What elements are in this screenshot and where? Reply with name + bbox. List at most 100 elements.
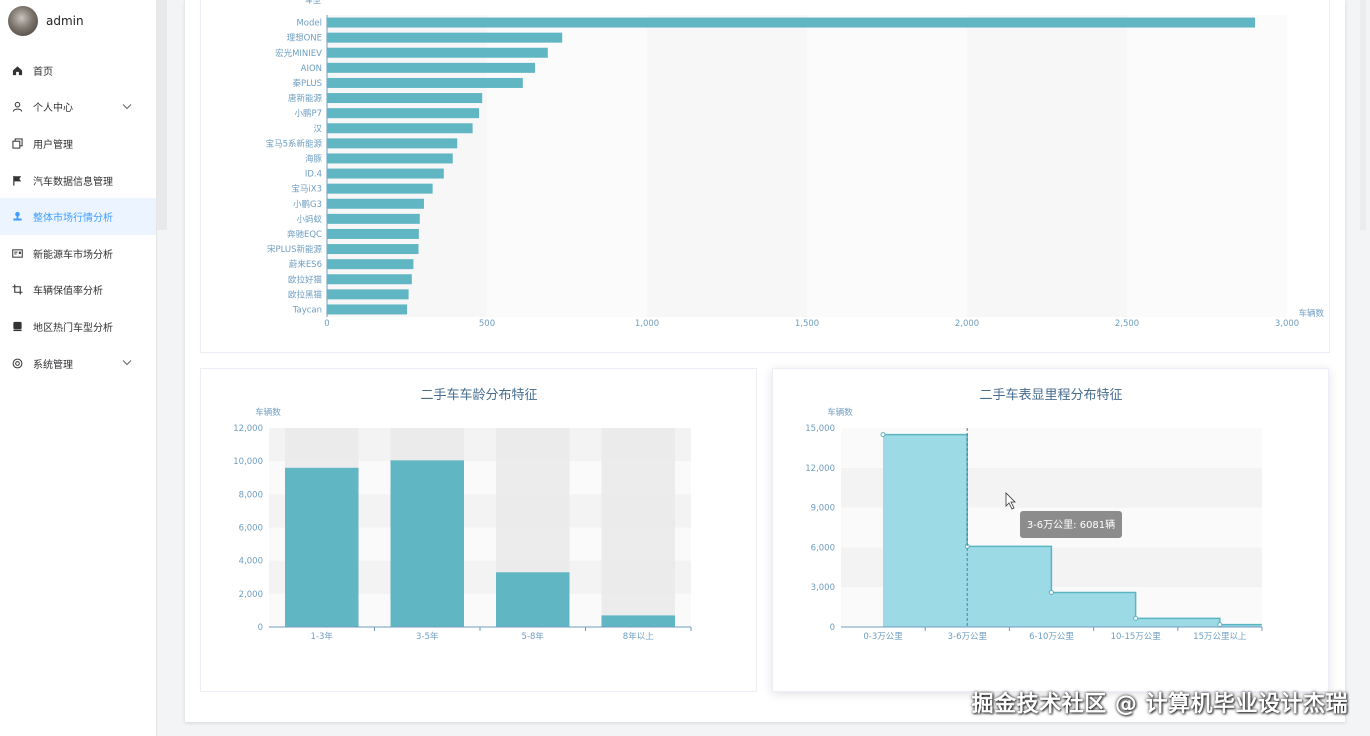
car-model-ranking-card: 车型 Model 理想ONE 宏光MINIEV AION 秦PLUS 唐新能源 小鹏P7 汉宝马… bbox=[200, 0, 1330, 353]
chart-title: 二手车表显里程分布特征 bbox=[979, 387, 1122, 403]
sidebar-item-2[interactable]: 用户管理 bbox=[0, 125, 156, 162]
bar bbox=[327, 77, 523, 88]
split-area-band bbox=[1127, 15, 1287, 317]
mileage-chart: 二手车表显里程分布特征车辆数 0-3万公里 3-6万公里 6-10万公里 10-15万公… bbox=[805, 387, 1263, 642]
bar bbox=[327, 274, 412, 285]
split-area-band bbox=[807, 15, 967, 317]
avatar[interactable] bbox=[8, 6, 38, 36]
y-tick-label: 2,000 bbox=[239, 590, 263, 600]
data-point bbox=[1133, 615, 1139, 621]
x-tick-label: 2,500 bbox=[1115, 319, 1139, 329]
sidebar-menu: 首页 个人中心用户管理汽车数据信息管理整体市场行情分析 新能源车市场分析 车辆保值率分… bbox=[0, 52, 156, 381]
y-tick-label: 秦PLUS bbox=[292, 78, 322, 89]
x-tick-label: 1-3年 bbox=[311, 631, 334, 642]
chevron-down-icon[interactable] bbox=[122, 101, 132, 112]
data-point bbox=[880, 432, 886, 438]
y-tick-label: 汉 bbox=[313, 124, 322, 134]
x-tick-label: 3,000 bbox=[1275, 319, 1299, 329]
page-scrollbar[interactable] bbox=[1360, 0, 1366, 230]
bar bbox=[327, 168, 444, 179]
sidebar-item-8[interactable]: 系统管理 bbox=[0, 345, 156, 382]
y-tick-label: 6,000 bbox=[239, 524, 263, 534]
x-tick-label: 0 bbox=[324, 319, 329, 329]
y-tick-label: 理想ONE bbox=[287, 33, 322, 44]
data-point bbox=[1217, 622, 1223, 628]
bar bbox=[327, 62, 535, 73]
x-axis-label: 车辆数 bbox=[1298, 308, 1324, 319]
bar bbox=[327, 138, 458, 149]
user-icon bbox=[11, 101, 23, 113]
y-tick-label: 10,000 bbox=[233, 457, 263, 467]
x-tick-label: 500 bbox=[479, 319, 495, 329]
y-axis-label: 车辆数 bbox=[255, 407, 281, 418]
y-tick-label: AION bbox=[301, 64, 322, 74]
sidebar-item-5[interactable]: 新能源车市场分析 bbox=[0, 235, 156, 272]
bar bbox=[327, 108, 479, 119]
sidebar-item-label: 系统管理 bbox=[33, 359, 73, 371]
y-tick-label: 宝马5系新能源 bbox=[266, 138, 323, 149]
x-tick-label: 1,500 bbox=[795, 319, 819, 329]
x-tick-label: 3-6万公里 bbox=[948, 632, 988, 642]
y-tick-label: 蔚来ES6 bbox=[289, 259, 322, 270]
x-tick-label: 3-5年 bbox=[416, 631, 439, 642]
bar bbox=[327, 228, 419, 239]
bar bbox=[327, 32, 563, 43]
y-tick-label: 宏光MINIEV bbox=[275, 48, 322, 59]
x-tick-label: 10-15万公里 bbox=[1111, 632, 1162, 642]
y-tick-label: 宝马iX3 bbox=[291, 184, 322, 195]
y-tick-label: 奔驰EQC bbox=[287, 229, 322, 240]
y-tick-label: 欧拉好猫 bbox=[288, 274, 323, 285]
bar bbox=[327, 153, 453, 164]
y-tick-label: 0 bbox=[258, 623, 263, 633]
mileage-card: 二手车表显里程分布特征 车辆数 0-3万公里 3-6万公里 6-10万公里 10-15万公… bbox=[772, 368, 1329, 692]
sidebar-scrollbar[interactable] bbox=[157, 0, 167, 230]
car-model-ranking-chart: 车型 Model 理想ONE 宏光MINIEV AION 秦PLUS 唐新能源小鹏P7 汉宝马… bbox=[266, 0, 1325, 329]
sidebar-item-label: 整体市场行情分析 bbox=[33, 213, 113, 225]
x-tick-label: 8年以上 bbox=[623, 631, 654, 642]
y-tick-label: 12,000 bbox=[805, 464, 835, 474]
car-age-card: 二手车车龄分布特征 车辆数 1-3年 3-5年 5-8年 8年以上 0 2,000 4,000 6… bbox=[200, 368, 757, 692]
watermark: 掘金技术社区 @ 计算机毕业设计杰瑞 bbox=[971, 692, 1348, 717]
y-tick-label: 12,000 bbox=[233, 424, 263, 434]
x-tick-label: 1,000 bbox=[635, 319, 659, 329]
sidebar-item-7[interactable]: 地区热门车型分析 bbox=[0, 308, 156, 345]
chevron-down-icon[interactable] bbox=[122, 358, 132, 369]
sidebar-item-label: 地区热门车型分析 bbox=[33, 322, 113, 334]
sidebar-item-3[interactable]: 汽车数据信息管理 bbox=[0, 162, 156, 199]
sidebar-item-6[interactable]: 车辆保值率分析 bbox=[0, 272, 156, 309]
sidebar-item-label: 用户管理 bbox=[33, 139, 73, 151]
y-axis-label: 车辆数 bbox=[827, 407, 853, 418]
car-age-chart: 二手车车龄分布特征车辆数 1-3年 3-5年 5-8年 8年以上 0 2,000 4,000 6… bbox=[233, 387, 692, 642]
x-tick-label: 2,000 bbox=[955, 319, 979, 329]
bar bbox=[327, 198, 424, 209]
sidebar-item-label: 新能源车市场分析 bbox=[33, 249, 113, 261]
tooltip-text: 3-6万公里: 6081辆 bbox=[1027, 518, 1115, 531]
split-area-band bbox=[647, 15, 807, 317]
y-axis-label: 车型 bbox=[305, 0, 321, 5]
receipt-icon bbox=[11, 320, 23, 332]
y-tick-label: 小鹏P7 bbox=[294, 108, 322, 119]
sidebar-item-label: 车辆保值率分析 bbox=[33, 286, 103, 298]
y-tick-label: 小蚂蚁 bbox=[296, 214, 322, 225]
y-tick-label: 8,000 bbox=[239, 490, 263, 500]
bar bbox=[496, 572, 570, 627]
x-tick-label: 15万公里以上 bbox=[1193, 632, 1247, 642]
y-tick-label: ID.4 bbox=[305, 170, 322, 180]
sidebar-item-0[interactable]: 首页 bbox=[0, 52, 156, 89]
y-tick-label: 小鹏G3 bbox=[293, 199, 322, 210]
y-tick-label: 唐新能源 bbox=[288, 93, 323, 104]
split-area-band bbox=[967, 15, 1127, 317]
home-icon bbox=[11, 64, 23, 76]
y-tick-label: 0 bbox=[830, 623, 835, 633]
sidebar-item-4[interactable]: 整体市场行情分析 bbox=[0, 198, 156, 235]
x-tick-label: 6-10万公里 bbox=[1029, 632, 1074, 642]
split-area-band bbox=[487, 15, 647, 317]
user-info[interactable]: admin bbox=[8, 6, 84, 36]
x-tick-label: 5-8年 bbox=[522, 631, 545, 642]
postcard-icon bbox=[11, 247, 23, 259]
sidebar-item-1[interactable]: 个人中心 bbox=[0, 89, 156, 126]
y-tick-label: 3,000 bbox=[811, 583, 835, 593]
stamp-icon bbox=[11, 211, 23, 223]
bar bbox=[327, 289, 409, 300]
y-tick-label: 6,000 bbox=[811, 543, 835, 553]
